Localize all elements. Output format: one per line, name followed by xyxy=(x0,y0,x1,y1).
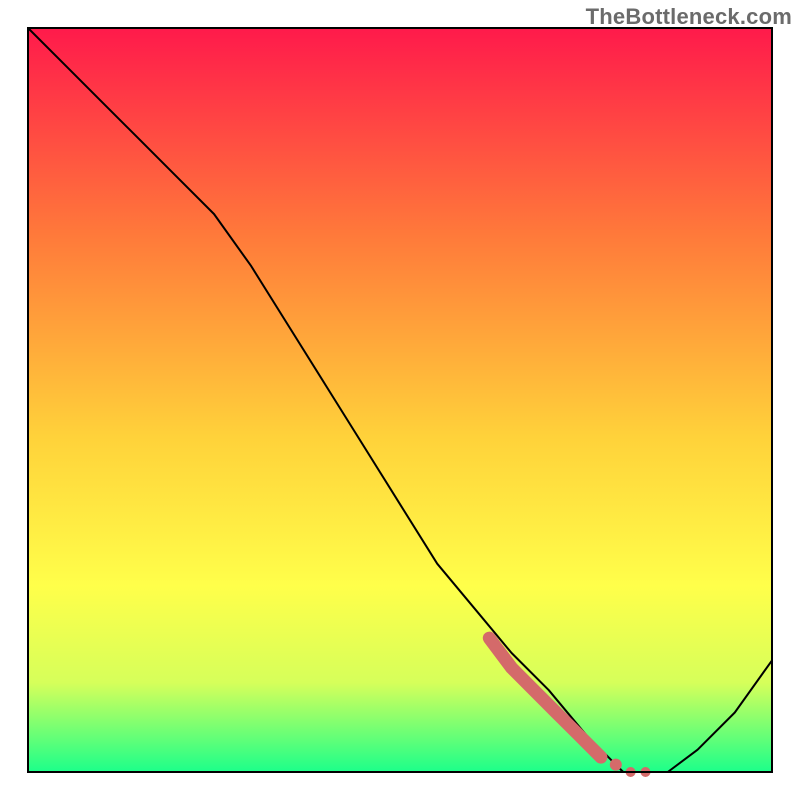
chart-stage: TheBottleneck.com xyxy=(0,0,800,800)
optimal-range-dot xyxy=(610,759,622,771)
watermark-text: TheBottleneck.com xyxy=(586,4,792,30)
bottleneck-chart xyxy=(0,0,800,800)
